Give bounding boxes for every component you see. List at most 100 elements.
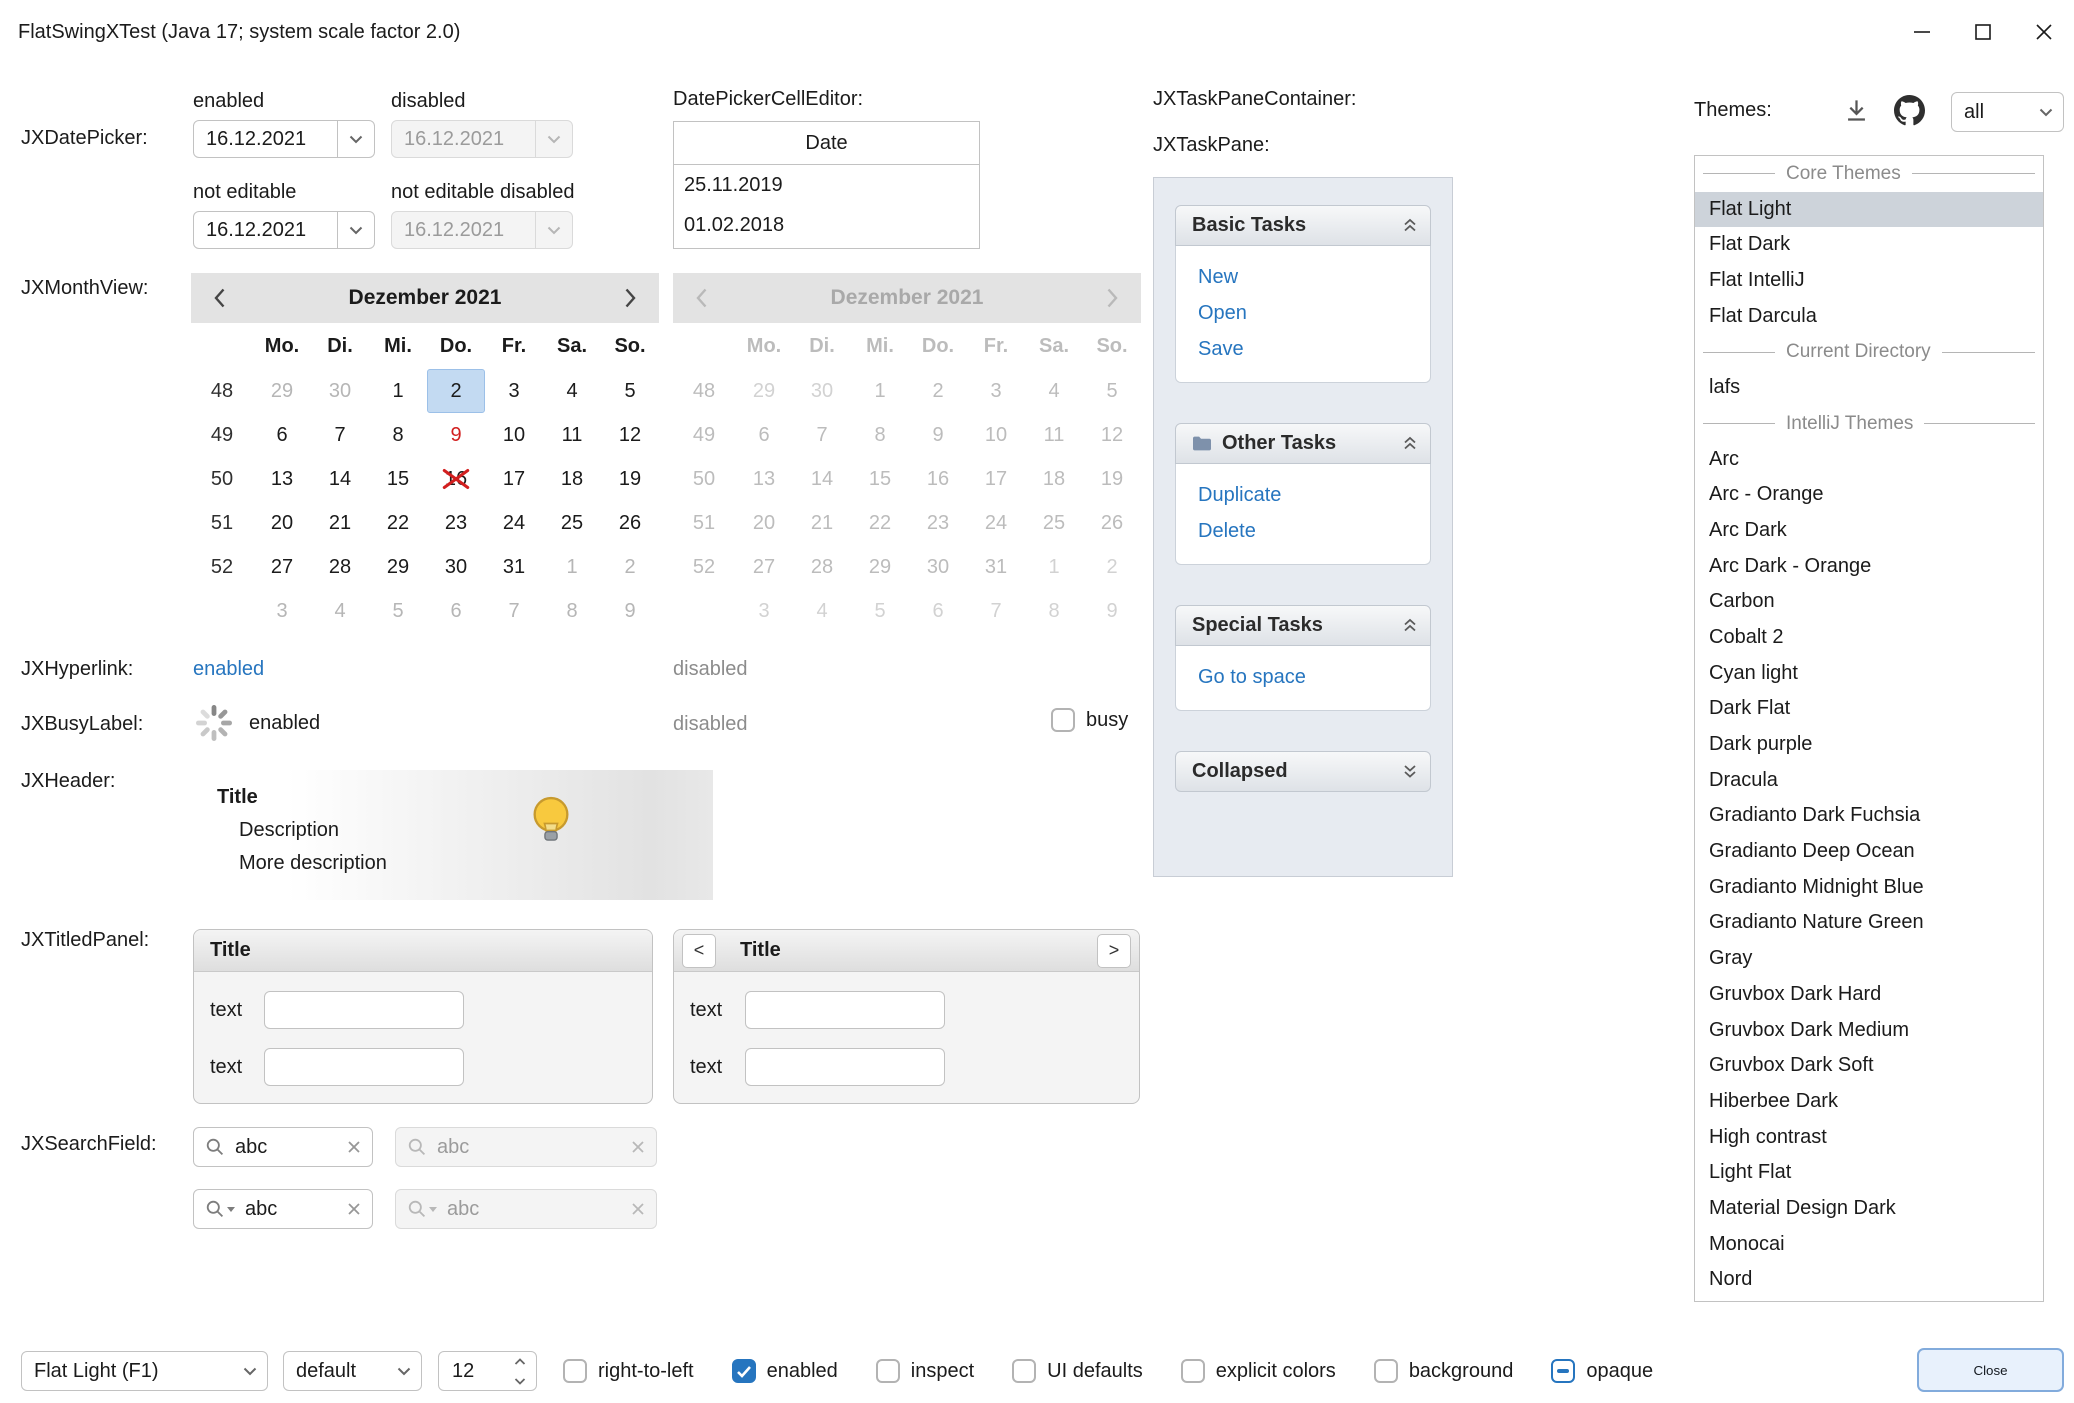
day-cell[interactable]: 5 [369, 589, 427, 633]
day-cell[interactable]: 1 [543, 545, 601, 589]
theme-list-item[interactable]: Flat IntelliJ [1695, 263, 2043, 299]
theme-list-item[interactable]: Gruvbox Dark Soft [1695, 1048, 2043, 1084]
taskpane-header[interactable]: Collapsed [1175, 751, 1431, 792]
close-window-button[interactable] [2013, 0, 2074, 64]
theme-list-item[interactable]: Light Flat [1695, 1155, 2043, 1191]
search-menu-icon[interactable] [205, 1199, 235, 1219]
checkbox-box[interactable] [1374, 1359, 1398, 1383]
clear-icon[interactable] [347, 1202, 361, 1216]
theme-list-item[interactable]: Arc - Orange [1695, 477, 2043, 513]
checkbox-background[interactable]: background [1374, 1359, 1514, 1383]
download-icon[interactable] [1843, 97, 1870, 124]
theme-list-item[interactable]: Monocai [1695, 1227, 2043, 1263]
datepicker-not-editable[interactable]: 16.12.2021 [193, 211, 375, 249]
day-cell[interactable]: 14 [311, 457, 369, 501]
title-next-button[interactable]: > [1097, 934, 1131, 968]
day-cell[interactable]: 24 [485, 501, 543, 545]
spinner-down-button[interactable] [504, 1371, 536, 1390]
checkbox-box[interactable] [1181, 1359, 1205, 1383]
day-cell[interactable]: 20 [253, 501, 311, 545]
day-cell[interactable]: 19 [601, 457, 659, 501]
theme-list-item[interactable]: Nord [1695, 1262, 2043, 1298]
day-cell[interactable]: 1 [369, 369, 427, 413]
day-cell[interactable]: 28 [311, 545, 369, 589]
theme-list-item[interactable]: Gruvbox Dark Medium [1695, 1013, 2043, 1049]
themes-filter-combo[interactable]: all [1951, 92, 2064, 132]
checkbox-inspect[interactable]: inspect [876, 1359, 974, 1383]
day-cell[interactable]: 27 [253, 545, 311, 589]
font-size-spinner[interactable]: 12 [438, 1351, 537, 1391]
theme-list-item[interactable]: Dracula [1695, 763, 2043, 799]
theme-list-item[interactable]: lafs [1695, 370, 2043, 406]
github-icon[interactable] [1894, 95, 1925, 126]
day-cell[interactable]: 15 [369, 457, 427, 501]
theme-list-item[interactable]: Gray [1695, 941, 2043, 977]
day-cell[interactable]: 2 [601, 545, 659, 589]
theme-list-item[interactable]: Flat Dark [1695, 227, 2043, 263]
laf-combo[interactable]: Flat Light (F1) [21, 1351, 268, 1391]
day-cell[interactable]: 22 [369, 501, 427, 545]
day-cell[interactable]: 18 [543, 457, 601, 501]
theme-list-item[interactable]: Gruvbox Dark Hard [1695, 977, 2043, 1013]
day-cell[interactable]: 25 [543, 501, 601, 545]
day-cell[interactable]: 29 [253, 369, 311, 413]
taskpane-action-link[interactable]: Duplicate [1198, 477, 1420, 513]
taskpane-header[interactable]: Other Tasks [1175, 423, 1431, 464]
search-field-enabled[interactable] [193, 1127, 373, 1167]
day-cell[interactable]: 16 [427, 457, 485, 501]
day-cell[interactable]: 9 [601, 589, 659, 633]
minimize-button[interactable] [1891, 0, 1952, 64]
day-cell[interactable]: 26 [601, 501, 659, 545]
theme-list-item[interactable]: Arc Dark [1695, 513, 2043, 549]
day-cell[interactable]: 3 [253, 589, 311, 633]
next-month-button[interactable] [601, 273, 659, 323]
theme-list-item[interactable]: High contrast [1695, 1120, 2043, 1156]
checkbox-box[interactable] [876, 1359, 900, 1383]
text-input[interactable] [264, 991, 464, 1029]
theme-list-item[interactable]: Arc [1695, 442, 2043, 478]
theme-list-item[interactable]: Material Design Dark [1695, 1191, 2043, 1227]
taskpane-header[interactable]: Special Tasks [1175, 605, 1431, 646]
taskpane-action-link[interactable]: New [1198, 259, 1420, 295]
checkbox-box[interactable] [1012, 1359, 1036, 1383]
search-input[interactable] [243, 1197, 339, 1222]
spinner-up-button[interactable] [504, 1352, 536, 1371]
taskpane-header[interactable]: Basic Tasks [1175, 205, 1431, 246]
checkbox-right-to-left[interactable]: right-to-left [563, 1359, 694, 1383]
day-cell[interactable]: 13 [253, 457, 311, 501]
day-cell[interactable]: 9 [427, 413, 485, 457]
day-cell[interactable]: 31 [485, 545, 543, 589]
day-cell[interactable]: 6 [427, 589, 485, 633]
hyperlink-enabled[interactable]: enabled [193, 658, 264, 681]
day-cell[interactable]: 29 [369, 545, 427, 589]
clear-icon[interactable] [347, 1140, 361, 1154]
chevron-down-icon[interactable] [337, 212, 374, 248]
theme-list-item[interactable]: Gradianto Deep Ocean [1695, 834, 2043, 870]
checkbox-busy[interactable]: busy [1051, 708, 1128, 732]
checkbox-box[interactable] [732, 1359, 756, 1383]
checkbox-enabled[interactable]: enabled [732, 1359, 838, 1383]
text-input[interactable] [745, 991, 945, 1029]
close-button[interactable]: Close [1917, 1348, 2064, 1392]
search-input[interactable] [233, 1135, 339, 1160]
day-cell[interactable]: 10 [485, 413, 543, 457]
day-cell[interactable]: 23 [427, 501, 485, 545]
checkbox-box[interactable] [563, 1359, 587, 1383]
checkbox-box[interactable] [1051, 708, 1075, 732]
table-row[interactable]: 25.11.2019 [674, 165, 979, 205]
theme-list-item[interactable]: Hiberbee Dark [1695, 1084, 2043, 1120]
day-cell[interactable]: 4 [311, 589, 369, 633]
table-row[interactable]: 01.02.2018 [674, 205, 979, 245]
day-cell[interactable]: 12 [601, 413, 659, 457]
datepicker-enabled[interactable]: 16.12.2021 [193, 120, 375, 158]
day-cell[interactable]: 2 [427, 369, 485, 413]
day-cell[interactable]: 6 [253, 413, 311, 457]
day-cell[interactable]: 17 [485, 457, 543, 501]
theme-list-item[interactable]: Gradianto Midnight Blue [1695, 870, 2043, 906]
theme-list[interactable]: Core ThemesFlat LightFlat DarkFlat Intel… [1694, 155, 2044, 1302]
day-cell[interactable]: 3 [485, 369, 543, 413]
checkbox-explicit-colors[interactable]: explicit colors [1181, 1359, 1336, 1383]
theme-list-item[interactable]: Arc Dark - Orange [1695, 549, 2043, 585]
theme-list-item[interactable]: Carbon [1695, 584, 2043, 620]
search-field-with-menu[interactable] [193, 1189, 373, 1229]
